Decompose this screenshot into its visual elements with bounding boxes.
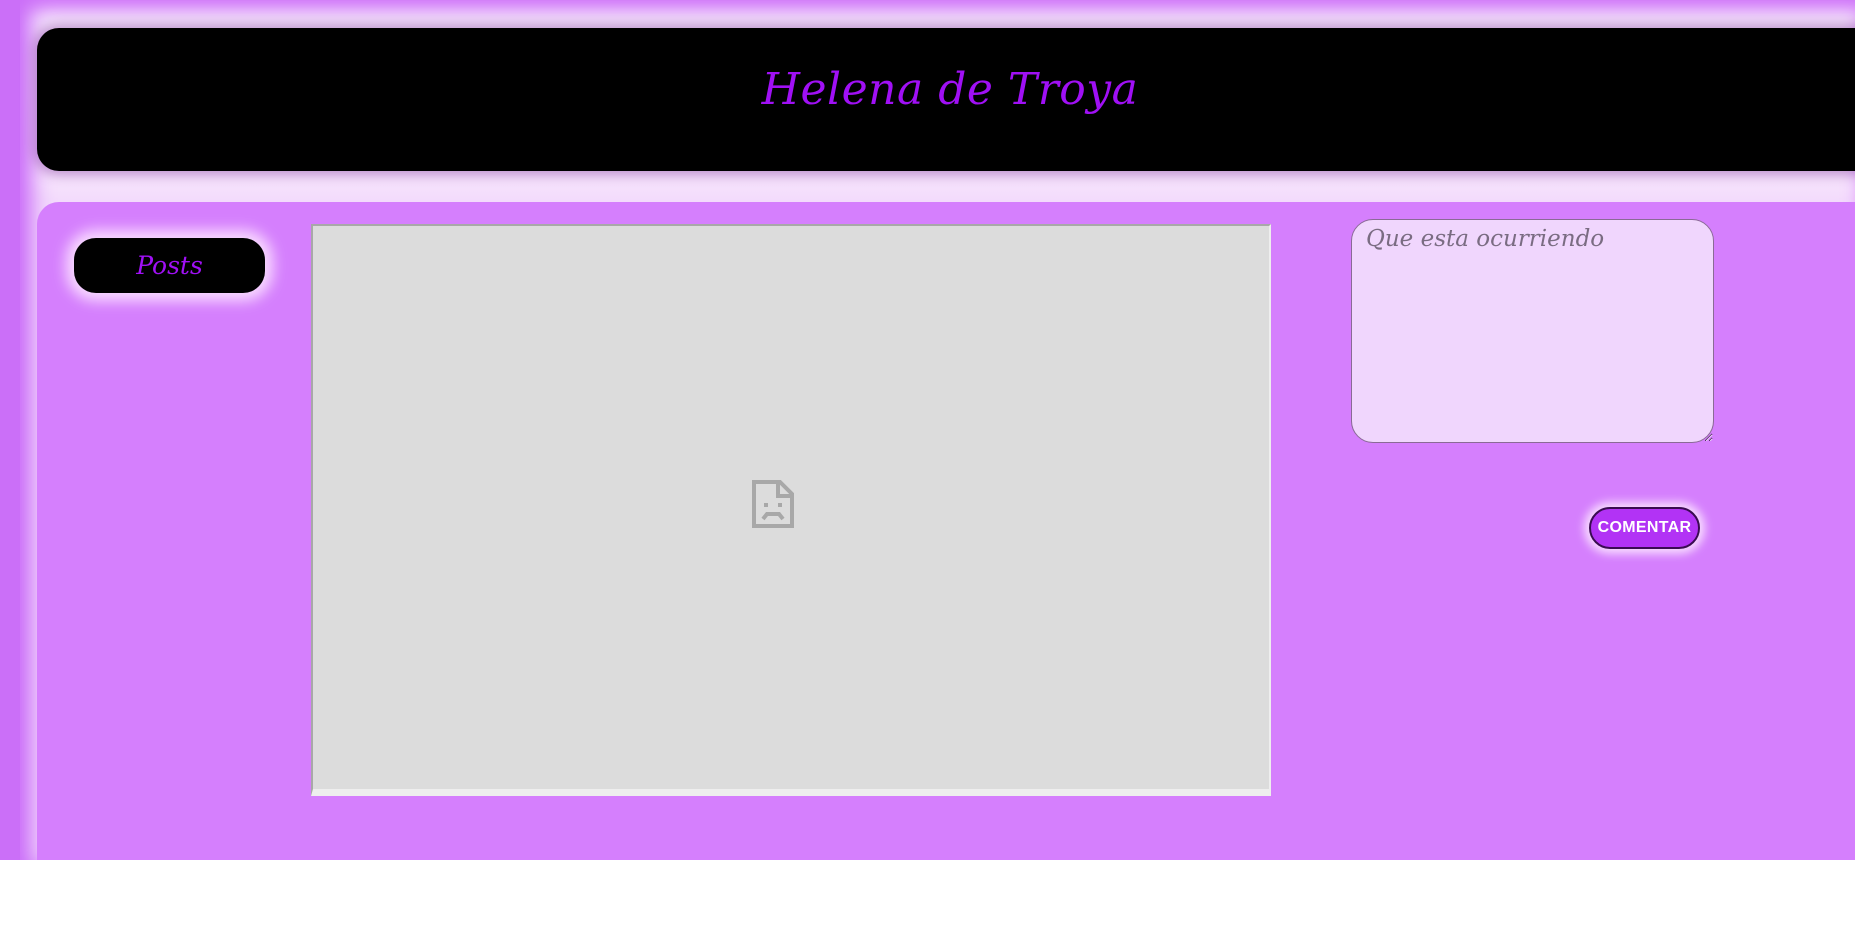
posts-button[interactable]: Posts — [74, 238, 265, 293]
media-frame — [311, 224, 1271, 796]
comment-textarea[interactable] — [1351, 219, 1714, 443]
broken-image-icon — [752, 480, 794, 528]
comment-button[interactable]: COMENTAR — [1589, 507, 1700, 549]
posts-button-label: Posts — [136, 251, 203, 280]
site-title: Helena de Troya — [761, 64, 1139, 115]
